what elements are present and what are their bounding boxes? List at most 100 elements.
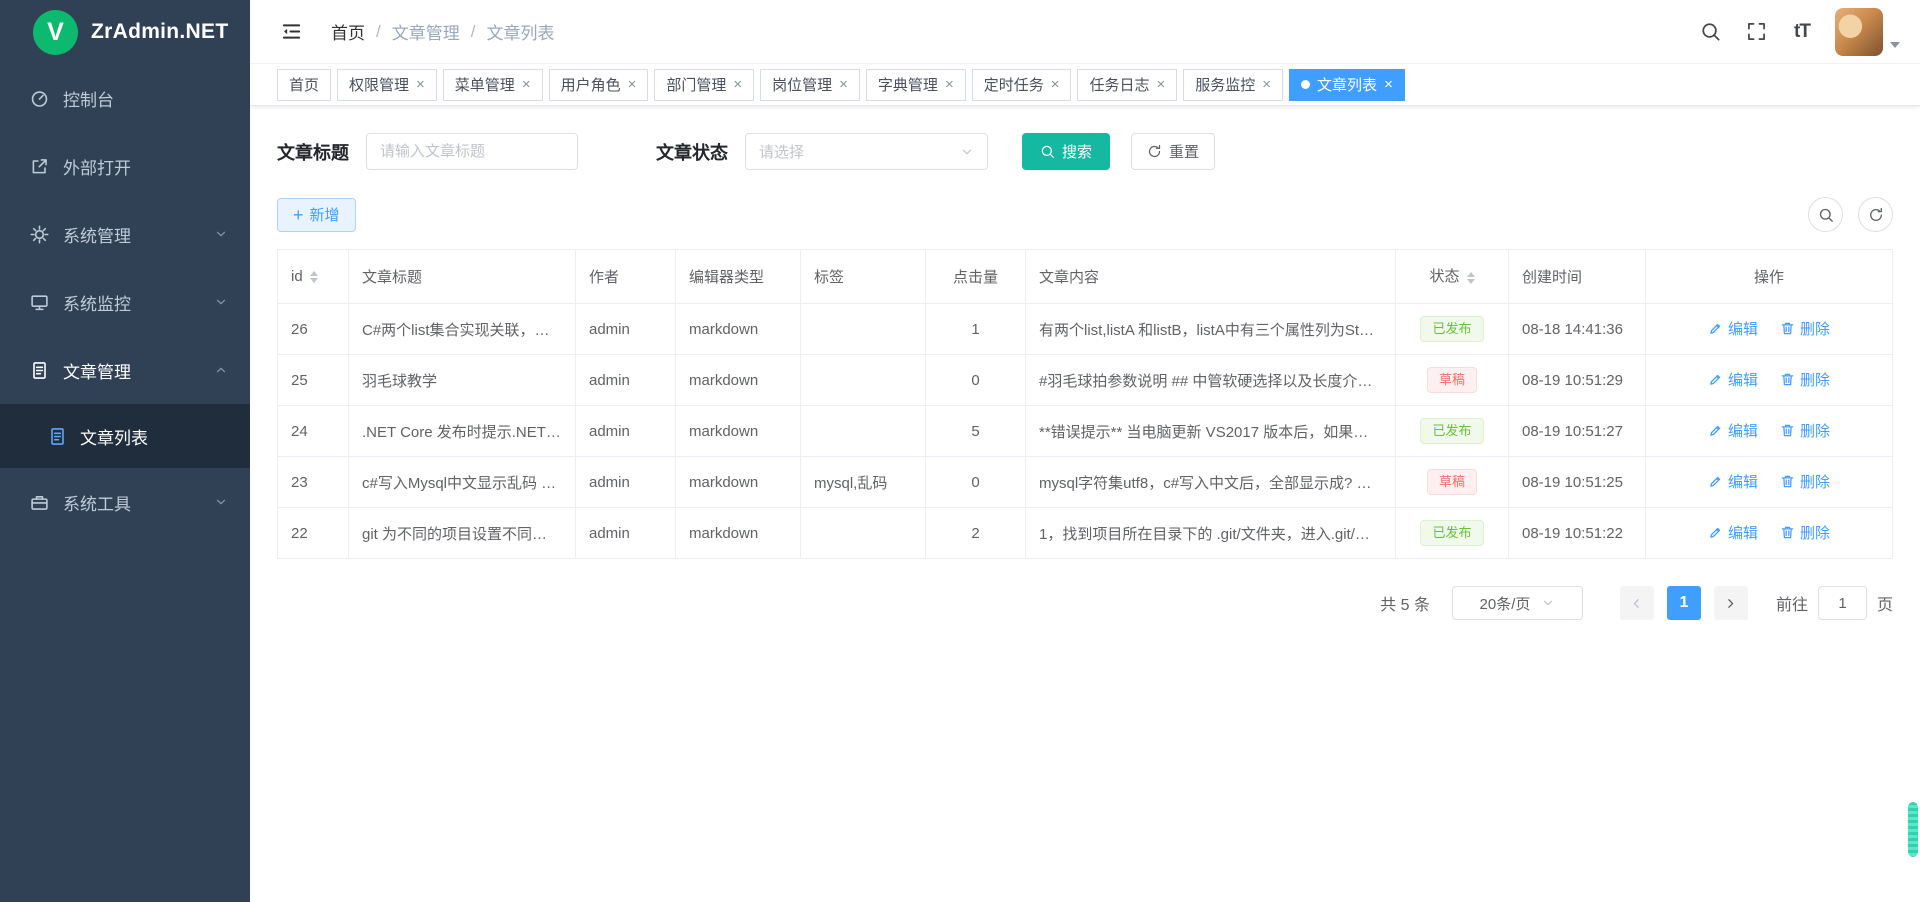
- header-icon-group: tT: [1689, 11, 1823, 53]
- delete-button[interactable]: 删除: [1780, 318, 1830, 339]
- page-size-select[interactable]: 20条/页: [1452, 586, 1583, 620]
- sidebar-item-external-open[interactable]: 外部打开: [0, 132, 250, 200]
- refresh-table-button[interactable]: [1858, 197, 1893, 232]
- tab-dept-manage[interactable]: 部门管理 ×: [654, 69, 754, 101]
- table-row: 26C#两个list集合实现关联，…adminmarkdown1有两个list,…: [278, 304, 1893, 355]
- sidebar-toggle-button[interactable]: [280, 20, 303, 43]
- sidebar-item-article-manage[interactable]: 文章管理: [0, 336, 250, 404]
- cell-content: mysql字符集utf8，c#写入中文后，全部显示成? …: [1026, 457, 1396, 508]
- tab-post-manage[interactable]: 岗位管理×: [760, 69, 860, 101]
- logo-icon: V: [33, 10, 78, 55]
- close-icon[interactable]: ×: [1051, 77, 1060, 92]
- cell-hits: 0: [926, 457, 1026, 508]
- cell-actions: 编辑 删除: [1646, 457, 1893, 508]
- tab-label: 任务日志: [1089, 74, 1149, 95]
- delete-button[interactable]: 删除: [1780, 420, 1830, 441]
- search-icon[interactable]: [1689, 11, 1731, 53]
- tab-menu-manage[interactable]: 菜单管理×: [443, 69, 543, 101]
- tab-timed-task[interactable]: 定时任务×: [972, 69, 1072, 101]
- close-icon[interactable]: ×: [733, 77, 742, 92]
- tab-task-log[interactable]: 任务日志 ×: [1077, 69, 1177, 101]
- close-icon[interactable]: ×: [839, 77, 848, 92]
- column-header-status[interactable]: 状态: [1396, 250, 1509, 304]
- breadcrumb-item[interactable]: 首页: [331, 19, 365, 44]
- cell-status: 已发布: [1396, 508, 1509, 559]
- close-icon[interactable]: ×: [1262, 77, 1271, 92]
- tab-bar: 首页权限管理×菜单管理×用户角色×部门管理×岗位管理×字典管理×定时任务×任务日…: [250, 64, 1920, 106]
- goto-page-input[interactable]: [1818, 586, 1867, 620]
- user-avatar[interactable]: [1835, 8, 1883, 56]
- close-icon[interactable]: ×: [628, 77, 637, 92]
- cell-title: 羽毛球教学: [349, 355, 576, 406]
- status-badge: 已发布: [1420, 316, 1483, 342]
- delete-button[interactable]: 删除: [1780, 471, 1830, 492]
- tab-home[interactable]: 首页: [277, 69, 331, 101]
- add-button[interactable]: + 新增: [277, 198, 356, 232]
- chevron-down-icon[interactable]: [1890, 42, 1900, 53]
- cell-hits: 1: [926, 304, 1026, 355]
- sidebar-item-system-manage[interactable]: 系统管理: [0, 200, 250, 268]
- cell-id: 26: [278, 304, 349, 355]
- column-header-content: 文章内容: [1026, 250, 1396, 304]
- next-page-button[interactable]: [1714, 586, 1748, 620]
- edit-button[interactable]: 编辑: [1708, 420, 1758, 441]
- edit-icon: [1708, 423, 1723, 438]
- sidebar-item-dashboard[interactable]: 控制台: [0, 64, 250, 132]
- cell-status: 已发布: [1396, 304, 1509, 355]
- delete-icon: [1780, 321, 1795, 336]
- chevron-down-icon: [214, 295, 228, 309]
- search-button[interactable]: 搜索: [1022, 133, 1110, 170]
- close-icon[interactable]: ×: [522, 77, 531, 92]
- edit-button[interactable]: 编辑: [1708, 318, 1758, 339]
- delete-button[interactable]: 删除: [1780, 369, 1830, 390]
- cell-editor: markdown: [676, 406, 801, 457]
- article-title-input[interactable]: [366, 133, 578, 170]
- toggle-search-button[interactable]: [1808, 197, 1843, 232]
- tab-label: 服务监控: [1195, 74, 1255, 95]
- edit-icon: [1708, 372, 1723, 387]
- tab-dict-manage[interactable]: 字典管理×: [866, 69, 966, 101]
- tab-label: 用户角色: [561, 74, 621, 95]
- reset-button[interactable]: 重置: [1131, 133, 1215, 170]
- close-icon[interactable]: ×: [416, 77, 425, 92]
- page-number-button[interactable]: 1: [1667, 586, 1701, 620]
- cell-id: 23: [278, 457, 349, 508]
- close-icon[interactable]: ×: [1384, 77, 1393, 92]
- cell-editor: markdown: [676, 457, 801, 508]
- page-content: 文章标题 文章状态 请选择 搜索 重置 +: [250, 106, 1920, 902]
- delete-button[interactable]: 删除: [1780, 522, 1830, 543]
- column-header-id[interactable]: id: [278, 250, 349, 304]
- chevron-down-icon: [960, 145, 974, 159]
- fullscreen-icon[interactable]: [1735, 11, 1777, 53]
- cell-author: admin: [576, 355, 676, 406]
- scrollbar-thumb[interactable]: [1908, 802, 1918, 857]
- tab-label: 部门管理: [666, 74, 726, 95]
- close-icon[interactable]: ×: [945, 77, 954, 92]
- column-header-actions: 操作: [1646, 250, 1893, 304]
- tab-article-list[interactable]: 文章列表×: [1289, 69, 1405, 101]
- tab-perm-manage[interactable]: 权限管理×: [337, 69, 437, 101]
- edit-button[interactable]: 编辑: [1708, 369, 1758, 390]
- sidebar-subitem-article-list[interactable]: 文章列表: [0, 404, 250, 468]
- sidebar-item-label: 控制台: [63, 86, 228, 111]
- articles-table: id文章标题作者编辑器类型标签点击量文章内容状态创建时间操作 26C#两个lis…: [277, 249, 1893, 559]
- cell-tags: [801, 406, 926, 457]
- edit-button-label: 编辑: [1728, 522, 1758, 543]
- tab-server-monitor[interactable]: 服务监控 ×: [1183, 69, 1283, 101]
- sidebar-item-system-monitor[interactable]: 系统监控: [0, 268, 250, 336]
- tab-user-role[interactable]: 用户角色 ×: [549, 69, 649, 101]
- app-logo[interactable]: V ZrAdmin.NET: [0, 0, 250, 64]
- breadcrumb-item[interactable]: 文章管理: [392, 19, 460, 44]
- cell-title: .NET Core 发布时提示.NET…: [349, 406, 576, 457]
- prev-page-button[interactable]: [1620, 586, 1654, 620]
- monitor-icon: [30, 293, 49, 312]
- sort-caret-icon: [1467, 268, 1475, 288]
- font-size-icon[interactable]: tT: [1781, 11, 1823, 53]
- delete-button-label: 删除: [1800, 420, 1830, 441]
- close-icon[interactable]: ×: [1157, 77, 1166, 92]
- edit-button[interactable]: 编辑: [1708, 471, 1758, 492]
- sidebar-item-system-tools[interactable]: 系统工具: [0, 468, 250, 536]
- cell-id: 22: [278, 508, 349, 559]
- article-status-select[interactable]: 请选择: [745, 133, 988, 170]
- edit-button[interactable]: 编辑: [1708, 522, 1758, 543]
